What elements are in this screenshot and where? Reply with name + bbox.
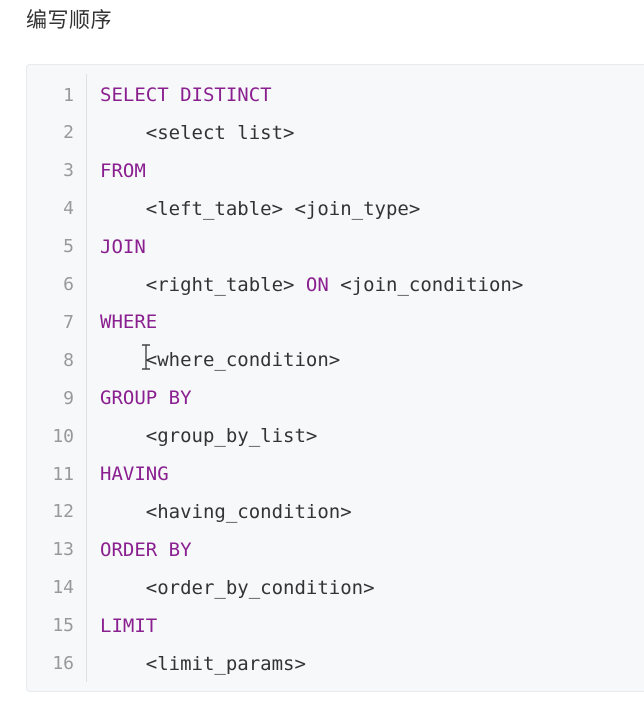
sql-placeholder: <having_condition> [145,500,352,523]
sql-placeholder: <select list> [145,121,295,144]
code-text: GROUP BY [100,387,192,409]
code-line: 8 <where_condition> [26,341,644,379]
line-number: 8 [63,349,74,371]
line-number: 10 [52,425,74,447]
code-line: 13 ORDER BY [26,531,644,569]
code-line: 1 SELECT DISTINCT [26,76,644,114]
code-text: <left_table> <join_type> [100,197,421,220]
code-text: LIMIT [100,615,157,637]
code-text: JOIN [100,236,146,258]
code-line: 3 FROM [26,152,644,190]
line-number: 12 [52,501,74,523]
section-heading: 编写顺序 [26,8,112,32]
sql-keyword: LIMIT [100,614,158,637]
text-cursor-icon [142,344,150,370]
sql-placeholder: <left_table> <join_type> [145,197,421,220]
line-number: 6 [63,274,74,295]
code-line: 10 <group_by_list> [26,417,644,455]
code-text: ORDER BY [100,539,192,561]
line-number: 11 [52,463,74,485]
sql-placeholder: <where_condition> [145,349,341,372]
sql-keyword: FROM [100,159,146,182]
line-number: 9 [63,387,74,409]
code-text: WHERE [100,311,157,333]
code-line: 11 HAVING [26,455,644,493]
line-number: 16 [52,653,74,674]
code-line: 14 <order_by_condition> [26,569,644,607]
line-number: 7 [63,311,74,333]
code-text: HAVING [100,463,169,485]
sql-keyword: ORDER BY [100,538,192,561]
sql-keyword: SELECT DISTINCT [100,84,272,106]
line-number: 4 [63,198,74,220]
code-text: <limit_params> [100,653,306,675]
sql-placeholder: <group_by_list> [145,425,318,448]
code-line: 15 LIMIT [26,607,644,645]
line-number: 3 [63,160,74,182]
sql-placeholder: <join_condition> [328,273,524,296]
code-text: <where_condition> [100,349,340,371]
code-line: 12 <having_condition> [26,493,644,531]
sql-placeholder: <order_by_condition> [145,576,375,599]
line-number: 2 [63,122,74,144]
line-number: 5 [63,236,74,258]
sql-keyword: HAVING [100,463,169,485]
sql-keyword: WHERE [100,311,158,334]
sql-placeholder: <limit_params> [145,652,306,675]
code-line: 5 JOIN [26,228,644,266]
code-line: 7 WHERE [26,303,644,341]
code-line: 2 <select list> [26,114,644,152]
code-text: <select list> [100,121,295,144]
code-text: <order_by_condition> [100,577,375,599]
line-number: 15 [52,615,74,637]
sql-keyword: GROUP BY [100,387,192,410]
sql-keyword: JOIN [100,235,146,258]
code-text: FROM [100,160,146,182]
code-line: 16 <limit_params> [26,645,644,683]
code-text: <having_condition> [100,501,352,523]
line-number: 13 [52,539,74,561]
code-text: <right_table> ON <join_condition> [100,273,524,296]
sql-keyword: ON [305,273,329,296]
code-line: 9 GROUP BY [26,379,644,417]
code-text: SELECT DISTINCT [100,84,272,106]
code-line: 6 <right_table> ON <join_condition> [26,266,644,304]
sql-placeholder: <right_table> [145,273,306,296]
code-line: 4 <left_table> <join_type> [26,190,644,228]
line-number: 14 [52,577,74,599]
line-number: 1 [63,84,74,106]
code-text: <group_by_list> [100,425,318,448]
